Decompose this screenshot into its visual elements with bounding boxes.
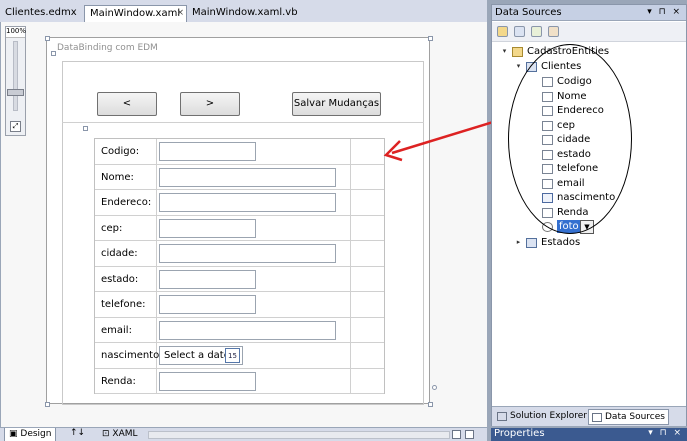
- field-label: telefone:: [101, 299, 146, 310]
- form-row: Renda:: [95, 369, 384, 394]
- field-label: Renda:: [101, 375, 136, 387]
- field-label: estado:: [101, 273, 139, 285]
- tab-label: Data Sources: [605, 412, 665, 422]
- field-label: Endereco:: [101, 197, 152, 208]
- resize-handle-top-right[interactable]: [428, 36, 433, 41]
- panel-window-controls[interactable]: ▾ ⊓ ×: [648, 428, 683, 438]
- resize-handle-bottom-right[interactable]: [428, 402, 433, 407]
- data-sources-toolbar: [492, 22, 686, 42]
- form-row: cidade:: [95, 241, 384, 267]
- panel-title: Properties: [494, 428, 545, 439]
- date-picker[interactable]: Select a date 15: [159, 346, 243, 365]
- design-icon: ▣: [9, 429, 18, 439]
- tab-label: Design: [20, 429, 52, 439]
- field-label: Codigo:: [101, 146, 140, 157]
- expand-icon[interactable]: ▸: [514, 238, 523, 247]
- configure-dataset-icon[interactable]: [531, 26, 542, 37]
- horizontal-scrollbar[interactable]: [148, 431, 450, 439]
- field-label: nascimento:: [101, 350, 163, 361]
- text-input[interactable]: [159, 167, 336, 187]
- text-input[interactable]: [159, 320, 336, 340]
- resize-handle-top-left[interactable]: [45, 36, 50, 41]
- resize-handle-bottom-left[interactable]: [45, 402, 50, 407]
- tab-design[interactable]: ▣ Design: [4, 428, 57, 441]
- form-grid-adorner-icon[interactable]: [83, 126, 88, 131]
- previous-button[interactable]: <: [97, 92, 157, 116]
- window-title: DataBinding com EDM: [57, 43, 158, 53]
- horizontal-split-icon[interactable]: [465, 430, 475, 439]
- document-tab-strip: Clientes.edmx MainWindow.xaml × MainWind…: [0, 0, 487, 22]
- tab-mainwindow-xaml[interactable]: MainWindow.xaml ×: [84, 5, 187, 22]
- field-label: email:: [101, 324, 132, 336]
- refresh-icon[interactable]: [548, 26, 559, 37]
- edit-dataset-icon[interactable]: [514, 26, 525, 37]
- designer-bottom-bar: ▣ Design ↑↓ ⊡ XAML: [0, 427, 487, 441]
- tab-label: Solution Explorer: [510, 411, 587, 421]
- annotation-ellipse: [508, 44, 632, 234]
- tab-solution-explorer[interactable]: Solution Explorer: [494, 409, 590, 425]
- collapse-icon[interactable]: ▾: [514, 62, 523, 71]
- field-label: Nome:: [101, 171, 134, 183]
- tab-label: Clientes.edmx: [5, 7, 77, 18]
- swap-panes-icon[interactable]: ↑↓: [70, 428, 85, 438]
- form-row: telefone:: [95, 292, 384, 318]
- tab-label: XAML: [112, 429, 138, 439]
- properties-header: Properties ▾ ⊓ ×: [491, 428, 687, 441]
- tab-clientes-edmx[interactable]: Clientes.edmx: [0, 5, 82, 22]
- xaml-design-surface[interactable]: 100% ⤢ DataBinding com EDM < > Salvar Mu…: [0, 22, 487, 427]
- xaml-icon: ⊡: [102, 429, 110, 439]
- db-icon: [512, 47, 523, 57]
- view-toggle-group: [452, 430, 487, 441]
- tab-label: MainWindow.xaml.vb: [192, 7, 298, 18]
- clientes-form-grid: Codigo: Nome: Endereco: cep: cidade: estado: t…: [94, 138, 385, 394]
- form-row: Endereco:: [95, 190, 384, 216]
- resize-grip-icon[interactable]: [432, 385, 437, 390]
- form-row: Nome:: [95, 165, 384, 190]
- collapse-icon[interactable]: ▾: [500, 47, 509, 56]
- form-row: Codigo:: [95, 139, 384, 165]
- date-placeholder: Select a date: [164, 350, 230, 361]
- tree-label: Estados: [541, 236, 581, 248]
- data-sources-icon: [592, 413, 602, 422]
- tab-label: MainWindow.xaml: [90, 8, 181, 19]
- tab-data-sources[interactable]: Data Sources: [588, 409, 669, 425]
- solution-explorer-icon: [497, 412, 507, 421]
- zoom-fit-icon[interactable]: ⤢: [10, 121, 21, 132]
- tab-mainwindow-xaml-vb[interactable]: MainWindow.xaml.vb: [187, 5, 303, 22]
- text-input[interactable]: [159, 371, 256, 391]
- text-input[interactable]: [159, 142, 256, 161]
- zoom-level-label: 100%: [6, 27, 26, 38]
- field-label: cidade:: [101, 248, 138, 259]
- text-input[interactable]: [159, 244, 336, 263]
- form-row: nascimento: Select a date 15: [95, 343, 384, 369]
- text-input[interactable]: [159, 295, 256, 314]
- field-label: cep:: [101, 222, 123, 234]
- table-icon: [526, 237, 537, 248]
- zoom-track[interactable]: [13, 41, 18, 111]
- form-row: estado:: [95, 267, 384, 292]
- close-icon[interactable]: ×: [176, 8, 184, 18]
- panel-tab-strip: Solution Explorer Data Sources: [492, 406, 686, 426]
- add-data-source-icon[interactable]: [497, 26, 508, 37]
- form-row: email:: [95, 318, 384, 343]
- tab-xaml[interactable]: ⊡ XAML: [98, 428, 142, 441]
- next-button[interactable]: >: [180, 92, 240, 116]
- window-designer[interactable]: DataBinding com EDM < > Salvar Mudanças …: [46, 37, 430, 405]
- text-input[interactable]: [159, 269, 256, 289]
- tree-node-estados[interactable]: ▸ Estados: [492, 236, 686, 250]
- zoom-thumb[interactable]: [7, 89, 24, 96]
- vertical-split-icon[interactable]: [452, 430, 461, 439]
- text-input[interactable]: [159, 218, 256, 238]
- save-changes-button[interactable]: Salvar Mudanças: [292, 92, 381, 116]
- data-sources-header: Data Sources ▾ ⊓ ×: [492, 5, 686, 21]
- grid-adorner-icon[interactable]: [51, 51, 56, 56]
- text-input[interactable]: [159, 193, 336, 212]
- zoom-slider[interactable]: 100% ⤢: [5, 26, 26, 136]
- panel-window-controls[interactable]: ▾ ⊓ ×: [647, 7, 682, 17]
- grid-row-divider: [62, 122, 424, 123]
- panel-title: Data Sources: [495, 7, 562, 18]
- form-row: cep:: [95, 216, 384, 241]
- calendar-icon[interactable]: 15: [225, 348, 240, 363]
